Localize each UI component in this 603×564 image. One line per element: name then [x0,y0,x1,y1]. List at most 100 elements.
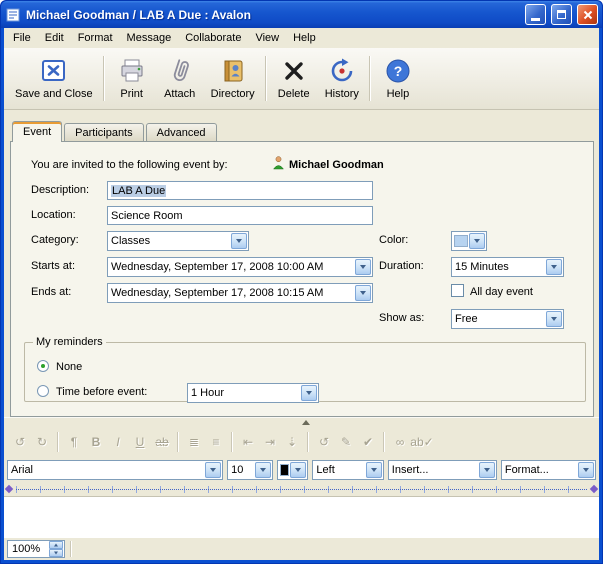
chevron-down-icon [205,462,221,478]
help-icon: ? [384,57,412,85]
history-icon [328,57,356,85]
redo-button[interactable]: ↻ [31,431,53,453]
strikethrough-button[interactable]: ab [151,431,173,453]
ends-at-select[interactable]: Wednesday, September 17, 2008 10:15 AM [107,283,373,303]
print-button[interactable]: Print [108,50,156,107]
find-button[interactable]: ∞ [389,431,411,453]
message-body-editor[interactable] [4,496,599,537]
format-separator [307,432,309,452]
starts-at-label: Starts at: [31,260,75,272]
reminder-none-radio[interactable] [37,360,49,372]
insert-select[interactable]: Insert... [388,460,497,480]
svg-text:?: ? [394,63,403,79]
description-input[interactable]: LAB A Due [107,181,373,200]
tab-area: Event Participants Advanced You are invi… [4,110,599,417]
chevron-down-icon [290,462,306,478]
font-size-select[interactable]: 10 [227,460,273,480]
toolbar-separator [369,56,371,101]
color-swatch [454,235,468,247]
delete-button[interactable]: Delete [270,50,318,107]
category-select[interactable]: Classes [107,231,249,251]
window-title: Michael Goodman / LAB A Due : Avalon [26,8,520,22]
starts-at-select[interactable]: Wednesday, September 17, 2008 10:00 AM [107,257,373,277]
tabstrip: Event Participants Advanced [10,120,594,141]
my-reminders-group: My reminders None Time before event: 1 H… [24,336,586,402]
rotate-button[interactable]: ↺ [313,431,335,453]
maximize-button[interactable] [551,4,572,25]
help-button[interactable]: ? Help [374,50,422,107]
tab-event[interactable]: Event [12,121,62,142]
menu-edit[interactable]: Edit [38,29,71,47]
zoom-up-button[interactable] [49,541,63,549]
font-color-select[interactable] [277,460,309,480]
chevron-down-icon [578,462,594,478]
save-and-close-button[interactable]: Save and Close [8,50,100,107]
ruler[interactable] [4,483,599,496]
description-label: Description: [31,184,89,196]
paragraph-button[interactable]: ¶ [63,431,85,453]
right-margin-marker[interactable] [590,485,598,493]
chevron-down-icon [546,259,562,275]
menu-format[interactable]: Format [71,29,120,47]
spellcheck-button[interactable]: ab✓ [411,431,433,453]
invited-by-label: You are invited to the following event b… [31,159,228,171]
menu-help[interactable]: Help [286,29,323,47]
duration-label: Duration: [379,260,424,272]
bullet-list-button[interactable]: ≣ [183,431,205,453]
font-family-select[interactable]: Arial [7,460,223,480]
font-toolbar: Arial 10 Left Insert... [4,457,599,483]
color-label: Color: [379,234,408,246]
tab-advanced[interactable]: Advanced [146,123,217,141]
chevron-down-icon [355,285,371,301]
tab-participants[interactable]: Participants [64,123,143,141]
chevron-down-icon [479,462,495,478]
outdent-button[interactable]: ⇤ [237,431,259,453]
accept-check-button[interactable]: ✔ [357,431,379,453]
location-input[interactable]: Science Room [107,206,373,225]
main-toolbar: Save and Close Print Attach [4,48,599,110]
menu-file[interactable]: File [6,29,38,47]
minimize-button[interactable] [525,4,546,25]
menu-message[interactable]: Message [120,29,179,47]
close-button[interactable] [577,4,598,25]
undo-button[interactable]: ↺ [9,431,31,453]
format-select[interactable]: Format... [501,460,596,480]
show-as-select[interactable]: Free [451,309,564,329]
left-margin-marker[interactable] [5,485,13,493]
collapse-divider[interactable] [4,417,599,427]
chevron-down-icon [255,462,271,478]
chevron-down-icon [355,259,371,275]
zoom-control[interactable]: 100% [7,540,65,558]
window-icon [5,7,21,23]
ends-at-label: Ends at: [31,286,71,298]
all-day-checkbox[interactable] [451,284,464,297]
alignment-select[interactable]: Left [312,460,383,480]
format-separator [383,432,385,452]
edit-pencil-button[interactable]: ✎ [335,431,357,453]
reminder-time-radio[interactable] [37,385,49,397]
menu-view[interactable]: View [248,29,286,47]
minimize-icon [531,18,540,21]
ruler-line [16,489,587,490]
directory-button[interactable]: Directory [204,50,262,107]
history-button[interactable]: History [318,50,366,107]
indent-button[interactable]: ⇥ [259,431,281,453]
color-select[interactable] [451,231,487,251]
location-value: Science Room [111,210,183,222]
printer-icon [118,57,146,85]
attach-button[interactable]: Attach [156,50,204,107]
zoom-down-button[interactable] [49,549,63,557]
close-icon [583,10,593,20]
menu-collaborate[interactable]: Collaborate [178,29,248,47]
titlebar[interactable]: Michael Goodman / LAB A Due : Avalon [1,1,602,28]
bold-button[interactable]: B [85,431,107,453]
move-down-button[interactable]: ⇣ [281,431,303,453]
reminder-time-select[interactable]: 1 Hour [187,383,319,403]
address-book-icon [219,57,247,85]
italic-button[interactable]: I [107,431,129,453]
reminder-time-label: Time before event: [56,386,147,398]
organizer-icon [273,156,284,170]
numbered-list-button[interactable]: ≡ [205,431,227,453]
duration-select[interactable]: 15 Minutes [451,257,564,277]
underline-button[interactable]: U [129,431,151,453]
